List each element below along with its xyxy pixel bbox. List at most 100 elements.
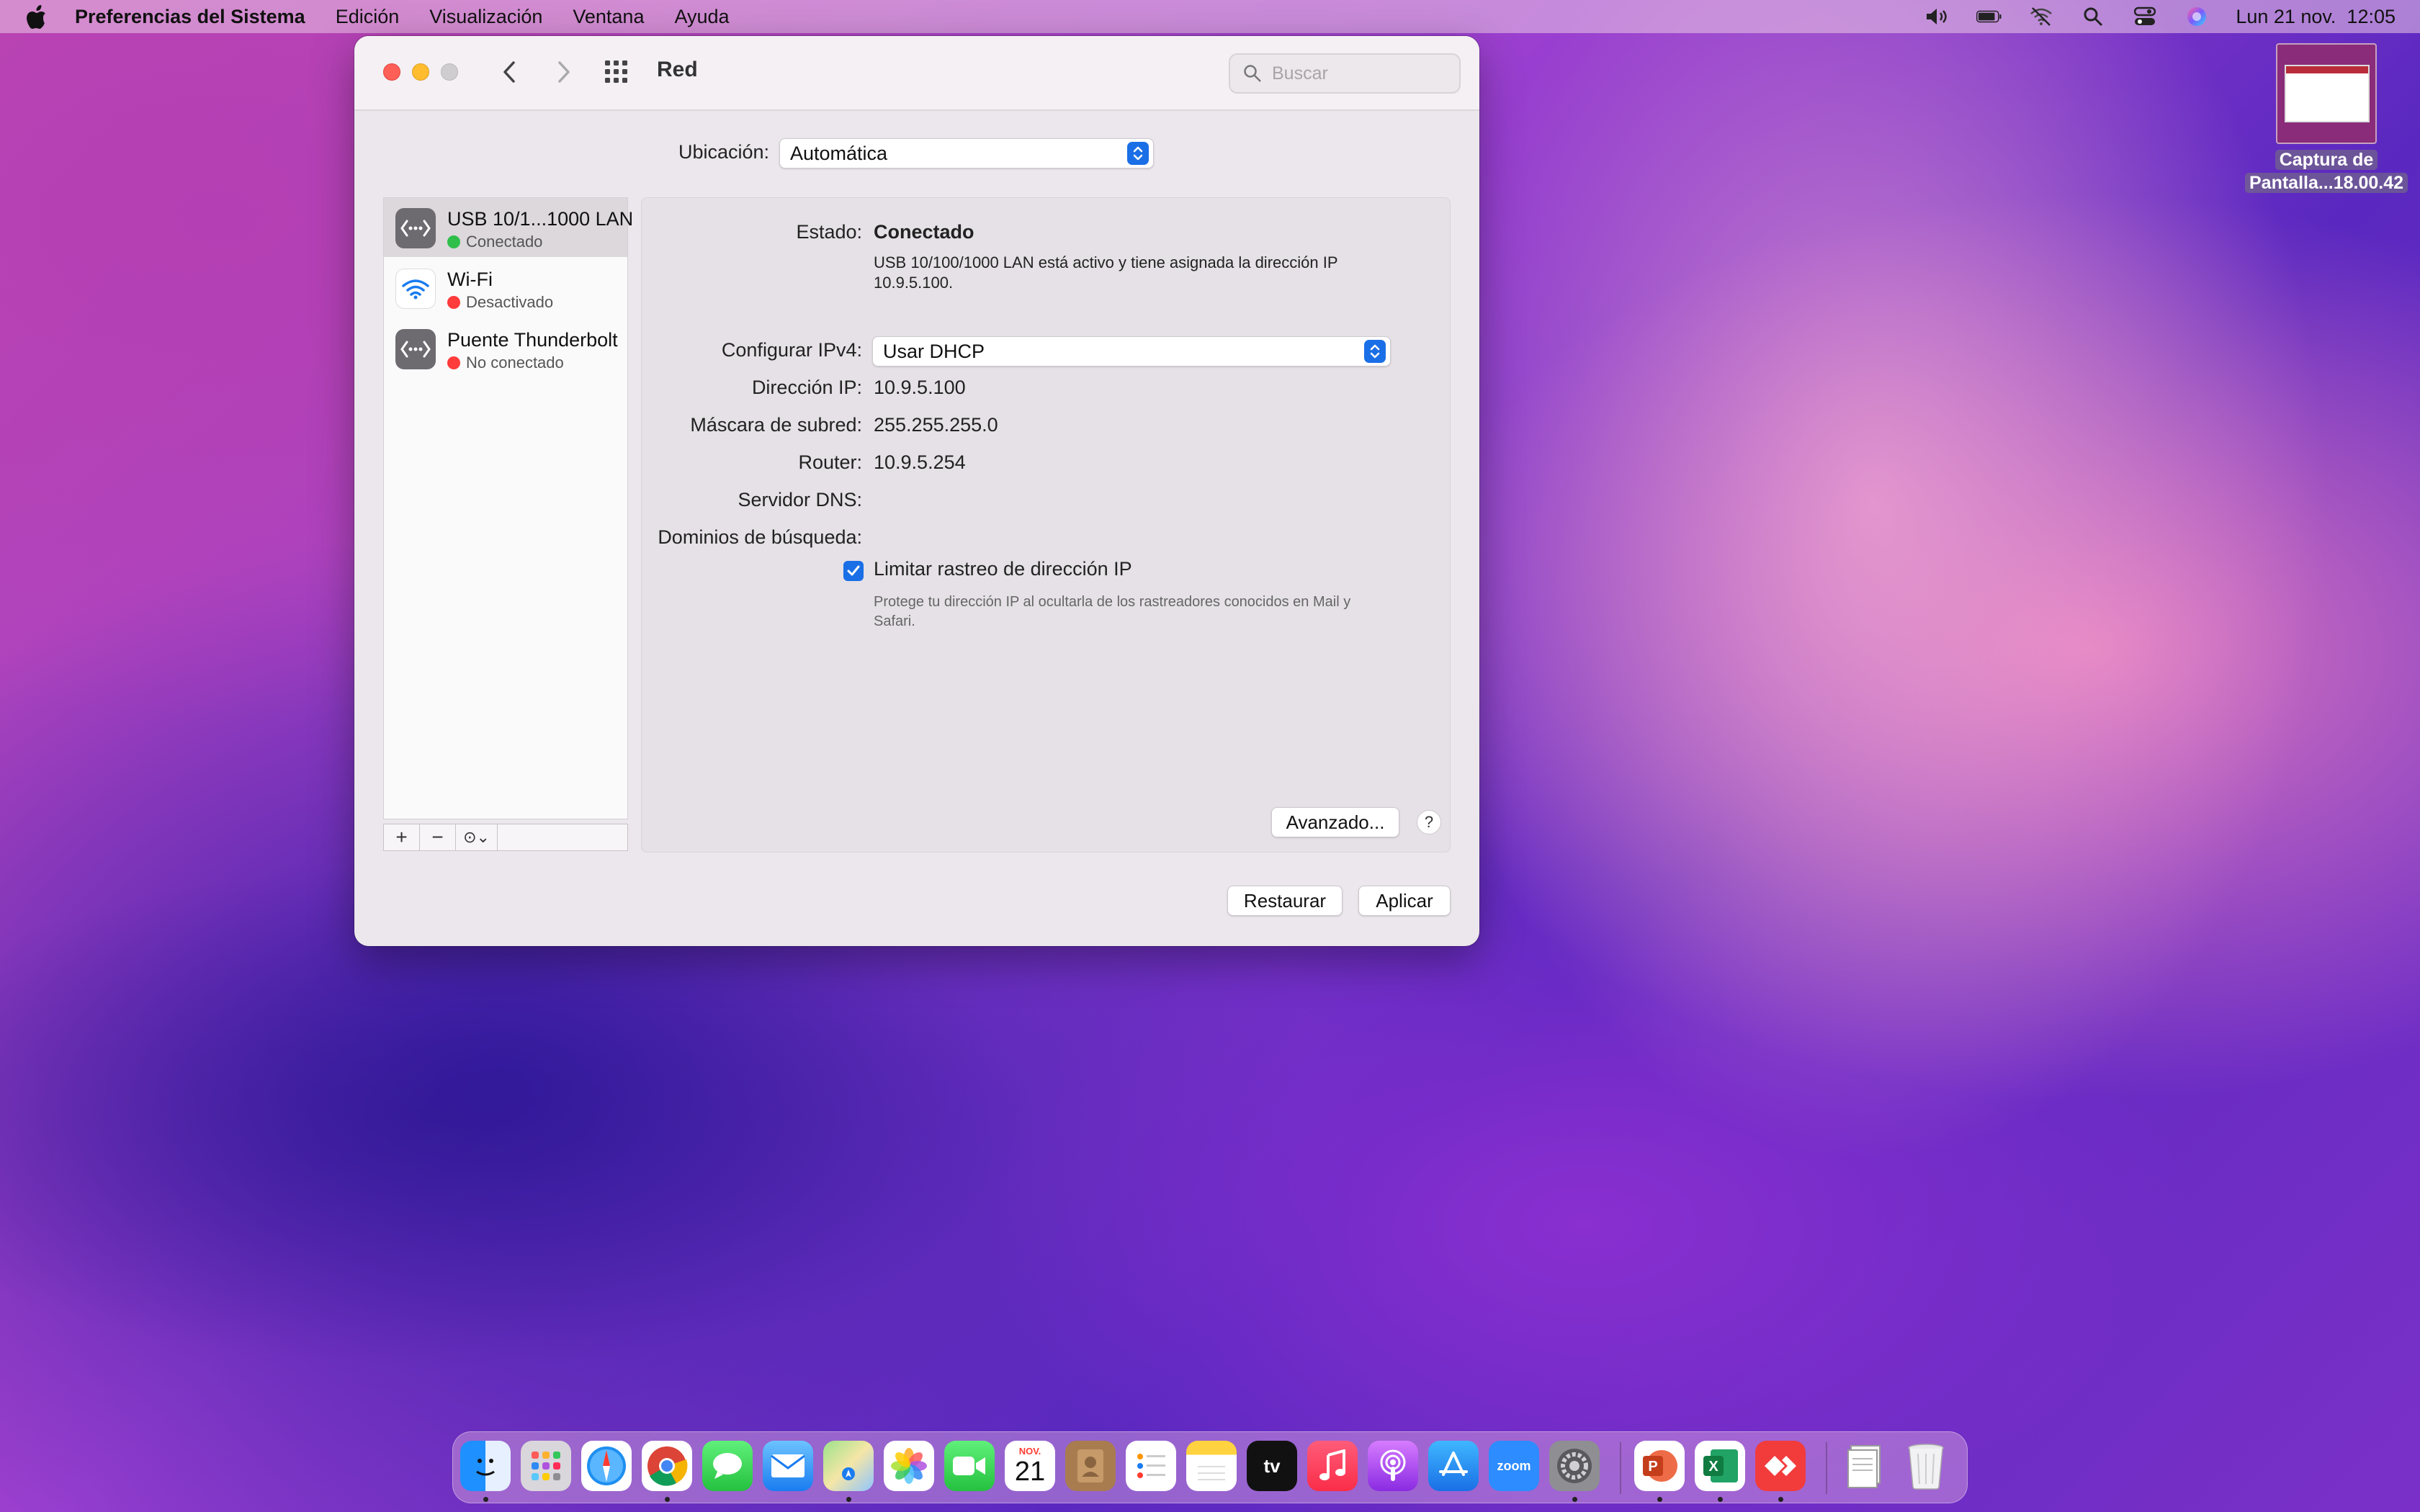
- location-popup[interactable]: Automática: [779, 138, 1154, 168]
- contacts-icon[interactable]: [1065, 1441, 1116, 1491]
- ip-address-label: Dirección IP:: [751, 377, 862, 398]
- services-toolbar: + − ⊙⌄: [383, 824, 628, 851]
- anydesk-running-dot: [1778, 1497, 1783, 1502]
- chevron-right-icon: [558, 61, 570, 83]
- apple-tv-icon[interactable]: tv: [1247, 1441, 1297, 1491]
- dock: NOV. 21 tv zoom P X: [452, 1431, 1968, 1503]
- desktop-file-label-line1: Captura de: [2275, 150, 2378, 170]
- help-button[interactable]: ?: [1417, 810, 1441, 834]
- add-service-button[interactable]: +: [384, 824, 420, 850]
- zoom-button[interactable]: [441, 63, 458, 81]
- service-status: Desactivado: [447, 293, 553, 312]
- ipv4-value: Usar DHCP: [883, 340, 985, 362]
- show-all-grid-button[interactable]: [598, 53, 635, 91]
- remove-service-button[interactable]: −: [420, 824, 456, 850]
- restore-button[interactable]: Restaurar: [1227, 886, 1343, 916]
- subnet-mask-value: 255.255.255.0: [874, 414, 998, 436]
- service-detail-panel: Estado: Conectado USB 10/100/1000 LAN es…: [641, 197, 1451, 852]
- clock-datetime[interactable]: Lun 21 nov. 12:05: [2236, 6, 2396, 28]
- finder-icon[interactable]: [460, 1441, 511, 1491]
- anydesk-icon[interactable]: [1755, 1441, 1806, 1491]
- back-button[interactable]: [491, 53, 529, 91]
- desktop-screenshot-thumbnail[interactable]: [2276, 43, 2377, 144]
- minimize-button[interactable]: [412, 63, 429, 81]
- limit-ip-tracking-label[interactable]: Limitar rastreo de dirección IP: [874, 558, 1132, 580]
- launchpad-icon[interactable]: [521, 1441, 571, 1491]
- facetime-icon[interactable]: [944, 1441, 995, 1491]
- service-name: USB 10/1...1000 LAN: [447, 208, 634, 230]
- zoom-icon[interactable]: zoom: [1489, 1441, 1539, 1491]
- excel-letter: X: [1708, 1459, 1718, 1475]
- safari-icon[interactable]: [581, 1441, 632, 1491]
- status-description: USB 10/100/1000 LAN está activo y tiene …: [874, 253, 1338, 292]
- ipv4-config-popup[interactable]: Usar DHCP: [872, 336, 1391, 366]
- downloads-stack-icon[interactable]: [1840, 1441, 1891, 1491]
- action-menu-button[interactable]: ⊙⌄: [456, 824, 498, 850]
- popup-arrows-icon: [1127, 142, 1149, 165]
- wifi-off-icon[interactable]: [2028, 6, 2054, 27]
- forward-button[interactable]: [544, 53, 582, 91]
- menu-bar: Preferencias del Sistema Edición Visuali…: [0, 0, 2420, 33]
- dock-separator: [1826, 1442, 1827, 1494]
- service-name: Puente Thunderbolt: [447, 329, 618, 351]
- menu-app-name[interactable]: Preferencias del Sistema: [75, 6, 305, 28]
- ipv4-label: Configurar IPv4:: [721, 339, 862, 361]
- network-services-list: USB 10/1...1000 LAN Conectado Wi-Fi Desa…: [383, 197, 633, 819]
- calendar-icon[interactable]: NOV. 21: [1005, 1441, 1055, 1491]
- menu-ayuda[interactable]: Ayuda: [674, 6, 729, 28]
- service-status-text: No conectado: [466, 354, 564, 372]
- excel-icon[interactable]: X: [1695, 1441, 1745, 1491]
- mail-icon[interactable]: [763, 1441, 813, 1491]
- desktop-file-label[interactable]: Captura de Pantalla...18.00.42: [2236, 148, 2416, 194]
- window-title: Red: [657, 58, 698, 81]
- service-status-text: Desactivado: [466, 293, 554, 311]
- system-preferences-icon[interactable]: [1549, 1441, 1600, 1491]
- grid-icon: [605, 60, 627, 83]
- chrome-icon[interactable]: [642, 1441, 692, 1491]
- subnet-mask-label: Máscara de subred:: [690, 414, 862, 436]
- status-label: Estado:: [796, 221, 862, 243]
- powerpoint-running-dot: [1657, 1497, 1662, 1502]
- service-item-wifi[interactable]: Wi-Fi Desactivado: [384, 258, 627, 318]
- notes-icon[interactable]: [1186, 1441, 1237, 1491]
- music-icon[interactable]: [1307, 1441, 1358, 1491]
- status-dot-red: [447, 296, 460, 309]
- spotlight-search-icon[interactable]: [2080, 6, 2106, 27]
- menu-ventana[interactable]: Ventana: [573, 6, 644, 28]
- close-button[interactable]: [383, 63, 400, 81]
- router-label: Router:: [798, 451, 862, 473]
- app-store-icon[interactable]: [1428, 1441, 1479, 1491]
- apple-menu-icon[interactable]: [26, 4, 55, 29]
- calendar-month: NOV.: [1018, 1446, 1041, 1457]
- powerpoint-icon[interactable]: P: [1634, 1441, 1685, 1491]
- volume-icon[interactable]: [1924, 6, 1950, 27]
- service-item-usb-lan[interactable]: USB 10/1...1000 LAN Conectado: [384, 198, 633, 257]
- thunderbolt-bridge-icon: [395, 329, 436, 369]
- advanced-button[interactable]: Avanzado...: [1271, 807, 1399, 837]
- search-domains-label: Dominios de búsqueda:: [658, 526, 862, 548]
- trash-icon[interactable]: [1901, 1441, 1951, 1491]
- chevron-left-icon: [503, 61, 515, 83]
- popup-arrows-icon: [1364, 340, 1386, 363]
- menu-edicion[interactable]: Edición: [336, 6, 400, 28]
- battery-icon[interactable]: [1976, 6, 2002, 27]
- service-item-thunderbolt-bridge[interactable]: Puente Thunderbolt No conectado: [384, 319, 627, 378]
- photos-icon[interactable]: [884, 1441, 934, 1491]
- menu-visualizacion[interactable]: Visualización: [429, 6, 542, 28]
- maps-icon[interactable]: [823, 1441, 874, 1491]
- apply-button[interactable]: Aplicar: [1358, 886, 1451, 916]
- podcasts-icon[interactable]: [1368, 1441, 1418, 1491]
- apple-tv-label: tv: [1263, 1454, 1281, 1477]
- wifi-icon: [395, 269, 436, 309]
- messages-icon[interactable]: [702, 1441, 753, 1491]
- siri-icon[interactable]: [2184, 6, 2210, 27]
- reminders-icon[interactable]: [1126, 1441, 1176, 1491]
- control-center-icon[interactable]: [2132, 6, 2158, 27]
- search-placeholder: Buscar: [1272, 63, 1328, 84]
- zoom-label: zoom: [1497, 1458, 1531, 1473]
- limit-ip-tracking-checkbox[interactable]: [843, 561, 864, 581]
- search-field[interactable]: Buscar: [1229, 53, 1461, 94]
- status-dot-red: [447, 356, 460, 369]
- service-name: Wi-Fi: [447, 269, 493, 290]
- network-preferences-window: Red Buscar Ubicación: Automática USB 10/…: [354, 36, 1479, 946]
